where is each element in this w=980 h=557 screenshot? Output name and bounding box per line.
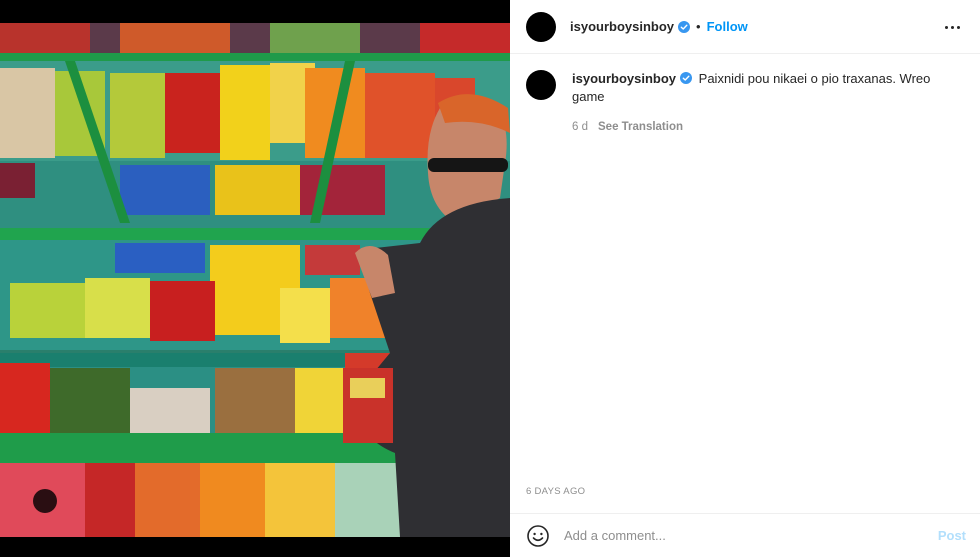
post-header: isyourboysinboy • Follow — [510, 0, 980, 54]
caption-avatar[interactable] — [526, 70, 556, 100]
more-options-icon[interactable] — [940, 16, 964, 38]
post-timestamp[interactable]: 6 DAYS AGO — [526, 486, 585, 497]
post-caption: isyourboysinboy Paixnidi pou nikaei o pi… — [526, 70, 956, 136]
see-translation-button[interactable]: See Translation — [598, 118, 683, 136]
verified-badge-icon — [678, 20, 691, 33]
post-side-panel: isyourboysinboy • Follow isyourboysinboy… — [510, 0, 980, 557]
more-dot — [956, 25, 960, 29]
post-media[interactable] — [0, 0, 510, 557]
post-comment-button[interactable]: Post — [938, 528, 966, 543]
caption-meta: 6 d See Translation — [572, 118, 952, 136]
caption-age[interactable]: 6 d — [572, 118, 588, 136]
follow-button[interactable]: Follow — [707, 19, 748, 34]
more-dot — [950, 25, 954, 29]
post-photo — [0, 23, 510, 537]
comment-input[interactable] — [564, 528, 938, 543]
separator-dot: • — [696, 19, 701, 34]
author-username[interactable]: isyourboysinboy — [570, 19, 674, 34]
comment-bar: Post — [510, 513, 980, 557]
author-avatar[interactable] — [526, 11, 556, 42]
caption-body: isyourboysinboy Paixnidi pou nikaei o pi… — [572, 70, 952, 136]
more-dot — [944, 25, 948, 29]
market-stall-illustration — [0, 23, 510, 537]
verified-badge-icon — [680, 72, 693, 84]
emoji-icon[interactable] — [526, 524, 550, 548]
caption-username[interactable]: isyourboysinboy — [572, 71, 676, 86]
